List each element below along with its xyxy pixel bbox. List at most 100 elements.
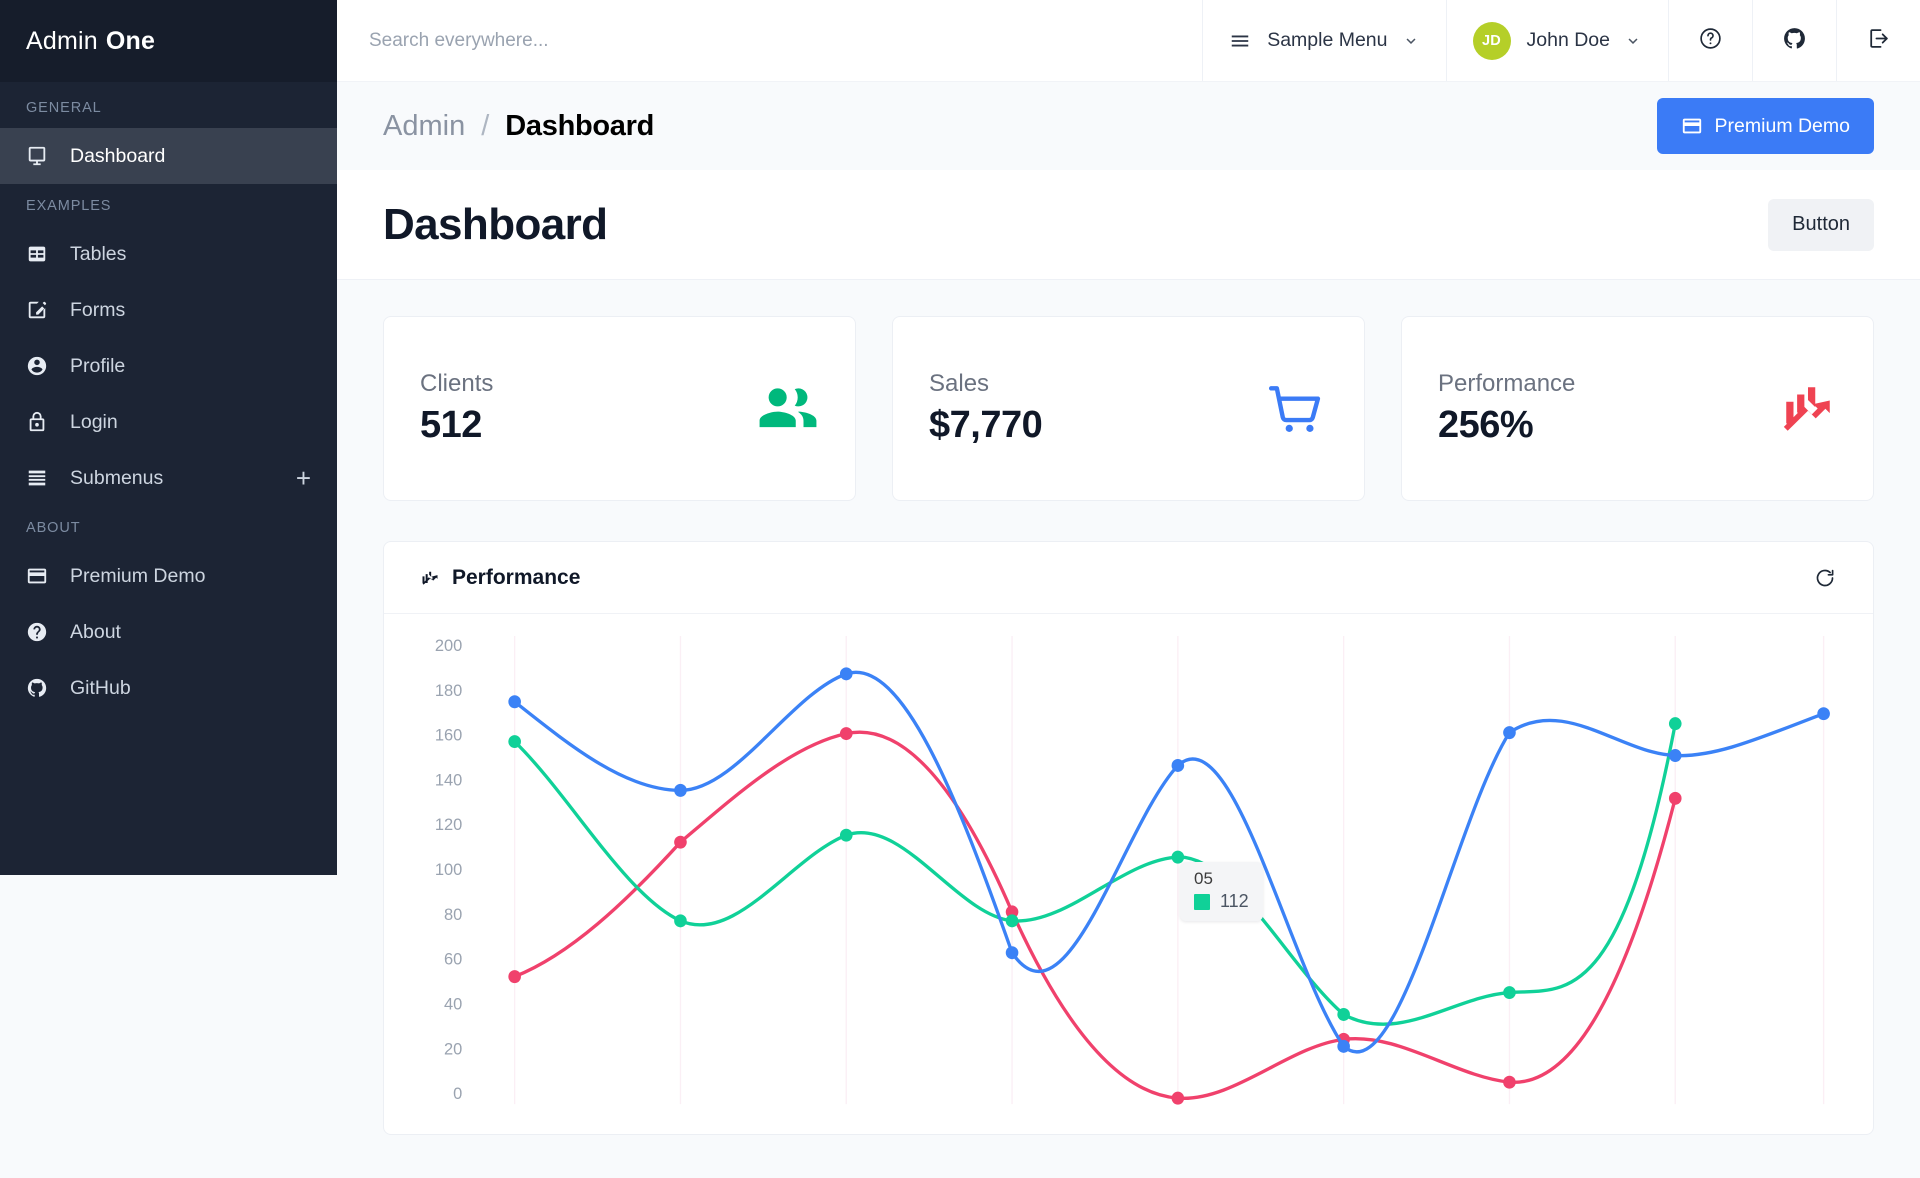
- svg-text:80: 80: [444, 905, 462, 924]
- sidebar-item-label: Dashboard: [70, 144, 166, 167]
- sidebar-item-label: Submenus: [70, 466, 164, 489]
- user-menu-dropdown[interactable]: JD John Doe: [1445, 0, 1668, 81]
- help-button[interactable]: [1668, 0, 1752, 81]
- action-button[interactable]: Button: [1768, 198, 1874, 251]
- stat-card-performance: Performance 256%: [1401, 316, 1874, 501]
- sidebar-item-label: Tables: [70, 242, 127, 265]
- stat-text: Performance 256%: [1438, 370, 1575, 447]
- account-multiple-icon: [757, 378, 819, 440]
- chart-gridlines: [513, 636, 1825, 1105]
- stat-value: 512: [420, 404, 482, 446]
- stat-label: Sales: [929, 370, 990, 397]
- app-root: Admin One GENERAL Dashboard EXAMPLES Tab…: [0, 0, 1920, 1178]
- sidebar-item-label: Premium Demo: [70, 564, 206, 587]
- submenu-expander-icon[interactable]: +: [296, 465, 311, 491]
- cart-icon: [1266, 378, 1328, 440]
- hamburger-icon: [1229, 30, 1251, 52]
- brand-bold-text: One: [105, 26, 156, 55]
- stat-value: $7,770: [929, 404, 1043, 446]
- table-icon: [26, 243, 56, 265]
- sidebar-item-login[interactable]: Login: [0, 394, 337, 450]
- sidebar-item-label: GitHub: [70, 676, 131, 699]
- performance-line-chart: 200 180 160 140 120 100 80 60 40 20 0: [435, 636, 1830, 1105]
- chart-plot-area: 200 180 160 140 120 100 80 60 40 20 0: [384, 614, 1873, 1134]
- stat-label: Performance: [1438, 370, 1576, 397]
- help-circle-icon: [1698, 26, 1723, 56]
- svg-text:160: 160: [435, 725, 462, 744]
- chart-line-series-b: [513, 721, 1677, 1026]
- stat-card-grid: Clients 512 Sales $7,770 Performance 256…: [383, 316, 1874, 501]
- stat-text: Clients 512: [420, 370, 493, 447]
- logout-icon: [1866, 26, 1891, 56]
- finance-icon: [1779, 380, 1837, 438]
- sidebar-item-github[interactable]: GitHub: [0, 660, 337, 716]
- svg-text:20: 20: [444, 1039, 462, 1058]
- user-name-label: John Doe: [1526, 29, 1610, 51]
- finance-icon: [420, 568, 440, 588]
- sidebar-section-examples: EXAMPLES: [26, 198, 112, 214]
- breadcrumb-bar: Admin / Dashboard Premium Demo: [337, 82, 1920, 170]
- github-icon: [1782, 26, 1807, 56]
- brand-light-text: Admin: [26, 26, 98, 55]
- sidebar-item-tables[interactable]: Tables: [0, 226, 337, 282]
- sidebar-section-general: GENERAL: [26, 100, 102, 116]
- brand-logo[interactable]: Admin One: [0, 0, 337, 82]
- breadcrumb-parent[interactable]: Admin: [383, 110, 465, 143]
- help-circle-icon: [26, 621, 56, 643]
- sidebar: Admin One GENERAL Dashboard EXAMPLES Tab…: [0, 0, 337, 875]
- content-area: Clients 512 Sales $7,770 Performance 256…: [337, 280, 1920, 1178]
- svg-text:200: 200: [435, 636, 462, 655]
- search-input[interactable]: [369, 29, 1203, 52]
- sidebar-item-profile[interactable]: Profile: [0, 338, 337, 394]
- stat-label: Clients: [420, 370, 494, 397]
- svg-text:120: 120: [435, 815, 462, 834]
- sidebar-item-submenus[interactable]: Submenus +: [0, 450, 337, 506]
- svg-text:100: 100: [435, 860, 462, 879]
- main-region: Sample Menu JD John Doe: [337, 0, 1920, 1178]
- premium-demo-label: Premium Demo: [1714, 114, 1850, 137]
- premium-demo-button[interactable]: Premium Demo: [1656, 98, 1874, 154]
- y-axis-ticks: 200 180 160 140 120 100 80 60 40 20 0: [435, 636, 462, 1103]
- sample-menu-dropdown[interactable]: Sample Menu: [1202, 0, 1445, 81]
- chevron-down-icon: [1624, 32, 1642, 50]
- sidebar-item-label: Profile: [70, 354, 126, 377]
- page-title: Dashboard: [383, 199, 608, 249]
- sidebar-item-premium-demo[interactable]: Premium Demo: [0, 548, 337, 604]
- form-edit-icon: [26, 299, 56, 321]
- sidebar-item-dashboard[interactable]: Dashboard: [0, 128, 337, 184]
- chart-card-title: Performance: [452, 565, 581, 589]
- sidebar-item-label: Login: [70, 410, 118, 433]
- avatar: JD: [1472, 21, 1511, 60]
- search-container: [337, 0, 1203, 81]
- chart-card-header: Performance: [384, 542, 1873, 614]
- page-title-bar: Dashboard Button: [337, 170, 1920, 280]
- monitor-icon: [26, 145, 56, 167]
- stat-card-clients: Clients 512: [383, 316, 856, 501]
- sidebar-section-about: ABOUT: [26, 520, 81, 536]
- logout-button[interactable]: [1836, 0, 1920, 81]
- performance-chart-card: Performance 200 180 160 140 120 100 80 6…: [383, 541, 1874, 1135]
- sidebar-item-about[interactable]: About: [0, 604, 337, 660]
- stat-text: Sales $7,770: [929, 370, 1043, 447]
- stat-card-sales: Sales $7,770: [892, 316, 1365, 501]
- account-circle-icon: [26, 355, 56, 377]
- svg-text:140: 140: [435, 770, 462, 789]
- sidebar-item-label: About: [70, 620, 121, 643]
- chart-points-series-a: [508, 667, 1830, 1053]
- svg-text:40: 40: [444, 994, 462, 1013]
- sample-menu-label: Sample Menu: [1267, 29, 1388, 51]
- lock-icon: [26, 411, 56, 433]
- breadcrumb: Admin / Dashboard: [383, 110, 654, 143]
- sidebar-item-forms[interactable]: Forms: [0, 282, 337, 338]
- breadcrumb-separator: /: [481, 109, 490, 142]
- chevron-down-icon: [1402, 32, 1420, 50]
- reload-icon[interactable]: [1813, 566, 1837, 590]
- svg-text:60: 60: [444, 949, 462, 968]
- chart-points-series-b: [508, 717, 1682, 1021]
- credit-card-icon: [1681, 115, 1703, 137]
- stat-value: 256%: [1438, 404, 1534, 446]
- svg-text:180: 180: [435, 681, 462, 700]
- sidebar-item-label: Forms: [70, 298, 126, 321]
- sidebar-nav: GENERAL Dashboard EXAMPLES Tables Forms: [0, 82, 337, 875]
- github-button[interactable]: [1752, 0, 1836, 81]
